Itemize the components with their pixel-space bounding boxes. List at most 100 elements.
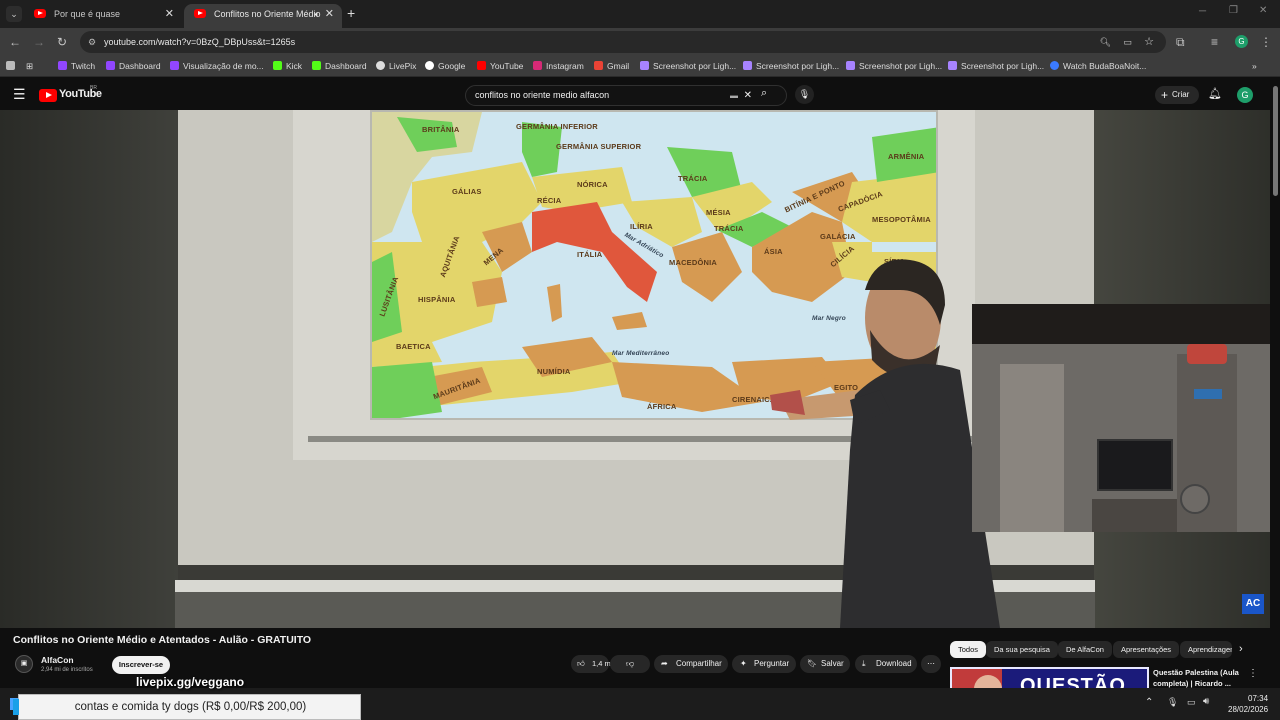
map-label: GÁLIAS <box>452 187 482 196</box>
subscriber-count: 2,94 mi de inscritos <box>41 667 93 673</box>
profile-avatar[interactable]: G <box>1235 35 1248 48</box>
minimize-button[interactable]: ─ <box>1199 6 1206 17</box>
url-text: youtube.com/watch?v=0BzQ_DBpUss&t=1265s <box>104 37 296 47</box>
bookmarks-grid-icon[interactable] <box>6 59 19 73</box>
tab-strip: ⌄ Por que é quase "IMPOSSÍVEL" ✕ Conflit… <box>0 0 1280 39</box>
video-player[interactable]: GERMÂNIA INFERIOR GERMÂNIA SUPERIOR BRIT… <box>0 110 1270 628</box>
tab-title: Conflitos no Oriente Médio <box>214 9 321 19</box>
media-controls-icon[interactable]: ≡ <box>1211 34 1218 50</box>
new-tab-button[interactable]: + <box>347 5 355 21</box>
map-label: TRÁCIA <box>678 174 708 183</box>
bookmark-dashboard-kick[interactable]: Dashboard <box>312 59 367 73</box>
map-label: HISPÂNIA <box>418 295 456 304</box>
reload-icon[interactable]: ↻ <box>57 34 67 50</box>
bookmark-screenshot-2[interactable]: Screenshot por Ligh... <box>743 59 839 73</box>
search-query: conflitos no oriente medio alfacon <box>475 90 610 100</box>
forward-arrow-icon[interactable]: → <box>33 34 45 50</box>
site-info-icon[interactable]: ⚙ <box>88 31 96 53</box>
bookmark-livepix[interactable]: LivePix <box>376 59 416 73</box>
bookmark-star-icon[interactable]: ☆ <box>1144 31 1154 53</box>
bookmark-dashboard[interactable]: Dashboard <box>106 59 161 73</box>
livepix-handle: livepix.gg/veggano <box>136 675 245 689</box>
download-icon: ⤓ <box>862 659 866 668</box>
recommended-more-icon[interactable]: ⋮ <box>1248 668 1258 679</box>
map-label: NÓRICA <box>577 180 608 189</box>
page-scrollbar[interactable] <box>1273 86 1278 196</box>
map-label: Mar Mediterrâneo <box>612 350 670 357</box>
search-input[interactable]: conflitos no oriente medio alfacon ▬ ✕ <box>465 85 787 106</box>
recommended-title-line1[interactable]: Questão Palestina (Aula <box>1153 668 1239 677</box>
address-bar[interactable]: ⚙ youtube.com/watch?v=0BzQ_DBpUss&t=1265… <box>80 31 1166 53</box>
chip-apresentacoes[interactable]: Apresentações <box>1113 641 1180 658</box>
ask-button[interactable]: ✦ Perguntar <box>732 655 796 673</box>
channel-watermark[interactable]: AC <box>1242 594 1264 614</box>
extensions-icon[interactable]: ⧉ <box>1176 34 1185 50</box>
voice-search-icon[interactable]: 🎙︎ <box>795 85 814 104</box>
bookmark-kick[interactable]: Kick <box>273 59 302 73</box>
bookmark-gmail[interactable]: Gmail <box>594 59 629 73</box>
share-button[interactable]: ➦ Compartilhar <box>654 655 728 673</box>
volume-icon[interactable]: 🔊︎ <box>1203 696 1209 707</box>
close-icon[interactable]: ✕ <box>165 4 174 24</box>
download-button[interactable]: ⤓ Download <box>855 655 917 673</box>
recommended-title-line2[interactable]: completa) | Ricardo ... <box>1153 679 1231 688</box>
create-button[interactable]: + Criar <box>1155 86 1199 104</box>
bookmark-screenshot-4[interactable]: Screenshot por Ligh... <box>948 59 1044 73</box>
zoom-icon[interactable]: 🔍︎ <box>1100 31 1111 53</box>
window-close-button[interactable]: ✕ <box>1259 5 1267 16</box>
save-button[interactable]: 🔖︎ Salvar <box>800 655 850 673</box>
channel-name[interactable]: AlfaCon <box>41 655 74 665</box>
bookmark-youtube[interactable]: YouTube <box>477 59 523 73</box>
chip-aprendizagem[interactable]: Aprendizagem <box>1180 641 1232 658</box>
map-label: GERMÂNIA INFERIOR <box>516 122 598 131</box>
bookmark-screenshot-1[interactable]: Screenshot por Ligh... <box>640 59 736 73</box>
dislike-button[interactable]: 👎︎ <box>610 655 650 673</box>
like-button[interactable]: 👍︎ 1,4 mil <box>571 655 614 673</box>
back-arrow-icon[interactable]: ← <box>9 34 21 50</box>
maximize-button[interactable]: ❐ <box>1229 5 1238 16</box>
map-label: BAETICA <box>396 342 431 351</box>
bookmark-visualizacao[interactable]: Visualização de mo... <box>170 59 264 73</box>
map-label: MÉSIA <box>706 208 731 217</box>
map-label: ÁFRICA <box>647 402 677 411</box>
bookmark-instagram[interactable]: Instagram <box>533 59 584 73</box>
bookmark-screenshot-3[interactable]: Screenshot por Ligh... <box>846 59 942 73</box>
bookmark-google[interactable]: Google <box>425 59 465 73</box>
more-horizontal-icon: ⋯ <box>927 659 935 668</box>
donation-goal-bar: contas e comida ty dogs (R$ 0,00/R$ 200,… <box>13 694 361 720</box>
tab-search-button[interactable]: ⌄ <box>6 6 22 22</box>
bookmark-twitch[interactable]: Twitch <box>58 59 95 73</box>
chip-todos[interactable]: Todos <box>950 641 987 658</box>
network-icon[interactable]: ▭ <box>1187 697 1196 708</box>
notifications-bell-icon[interactable]: 🔔︎ <box>1208 87 1222 100</box>
browser-menu-icon[interactable]: ⋮ <box>1260 34 1272 50</box>
clear-search-icon[interactable]: ✕ <box>744 86 752 105</box>
account-avatar[interactable]: G <box>1237 87 1253 103</box>
more-bookmarks-icon[interactable]: » <box>1252 59 1257 73</box>
tray-chevron-icon[interactable]: ⌃ <box>1145 697 1153 708</box>
country-code: BR <box>90 85 97 91</box>
subscribe-button[interactable]: Inscrever-se <box>112 656 170 674</box>
keyboard-icon[interactable]: ▬ <box>730 86 738 105</box>
chip-de-alfacon[interactable]: De AlfaCon <box>1058 641 1112 658</box>
chip-da-sua-pesquisa[interactable]: Da sua pesquisa <box>986 641 1058 658</box>
apps-icon[interactable]: ⊞ <box>26 59 33 73</box>
search-icon[interactable]: ⌕ <box>761 87 767 100</box>
youtube-favicon-icon <box>194 9 206 18</box>
microphone-icon[interactable]: 🎙︎ <box>1167 697 1178 708</box>
map-label: ARMÊNIA <box>888 152 925 161</box>
map-label: GALÁCIA <box>820 232 856 241</box>
tab-por-que[interactable]: Por que é quase "IMPOSSÍVEL" ✕ <box>24 4 182 39</box>
clock-date[interactable]: 28/02/2026 <box>1228 705 1268 714</box>
hamburger-menu-icon[interactable]: ☰ <box>13 86 26 102</box>
clock-time[interactable]: 07:34 <box>1248 694 1268 703</box>
speaker-icon[interactable]: 🔈︎ <box>315 4 320 24</box>
close-icon[interactable]: ✕ <box>325 4 334 24</box>
map-label: NUMÍDIA <box>537 367 571 376</box>
channel-avatar[interactable]: ▣ <box>15 655 33 673</box>
bookmark-watch-buda[interactable]: Watch BudaBoaNoit... <box>1050 59 1146 73</box>
more-actions-button[interactable]: ⋯ <box>921 655 941 673</box>
cast-icon[interactable]: ▭ <box>1123 31 1132 53</box>
chips-next-icon[interactable]: › <box>1239 643 1243 655</box>
tab-conflitos[interactable]: Conflitos no Oriente Médio 🔈︎ ✕ <box>184 4 342 28</box>
